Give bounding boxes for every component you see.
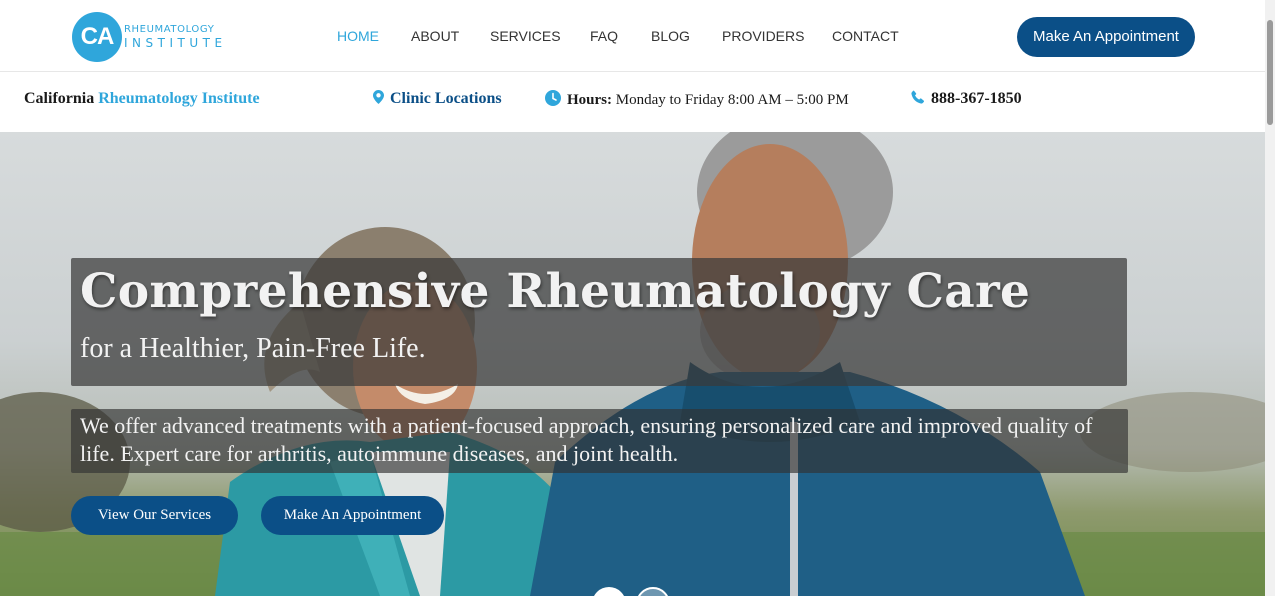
hero-description: We offer advanced treatments with a pati… — [80, 413, 1093, 466]
page-scrollbar[interactable] — [1265, 0, 1275, 596]
phone-link[interactable]: 888-367-1850 — [911, 90, 1022, 109]
logo-badge: CA — [72, 12, 122, 62]
hero-title: Comprehensive Rheumatology Care — [80, 264, 1031, 319]
map-pin-icon — [373, 90, 384, 109]
office-hours: Hours: Monday to Friday 8:00 AM – 5:00 P… — [545, 90, 849, 111]
site-logo[interactable]: CA RHEUMATOLOGY INSTITUTE — [72, 12, 222, 62]
phone-number: 888-367-1850 — [931, 90, 1022, 108]
clock-icon — [545, 90, 561, 111]
make-appointment-hero-button[interactable]: Make An Appointment — [261, 496, 444, 535]
info-bar: California Rheumatology Institute Clinic… — [0, 72, 1265, 132]
nav-contact[interactable]: CONTACT — [832, 28, 899, 44]
clinic-name: California Rheumatology Institute — [24, 90, 260, 108]
make-appointment-header-button[interactable]: Make An Appointment — [1017, 17, 1195, 57]
hero-subtitle: for a Healthier, Pain-Free Life. — [80, 333, 426, 364]
view-our-services-button[interactable]: View Our Services — [71, 496, 238, 535]
clinic-name-plain: California — [24, 90, 95, 107]
logo-text-line2: INSTITUTE — [124, 36, 227, 50]
nav-services[interactable]: SERVICES — [490, 28, 561, 44]
hero-section: Comprehensive Rheumatology Care for a He… — [0, 132, 1265, 596]
logo-text-line1: RHEUMATOLOGY — [124, 24, 215, 35]
scrollbar-thumb[interactable] — [1267, 20, 1273, 125]
nav-faq[interactable]: FAQ — [590, 28, 618, 44]
hours-value: Monday to Friday 8:00 AM – 5:00 PM — [615, 91, 849, 108]
nav-about[interactable]: ABOUT — [411, 28, 459, 44]
nav-providers[interactable]: PROVIDERS — [722, 28, 804, 44]
clinic-name-highlight: Rheumatology Institute — [98, 90, 260, 107]
nav-home[interactable]: HOME — [337, 28, 379, 44]
clinic-locations-label: Clinic Locations — [390, 90, 502, 108]
site-header: CA RHEUMATOLOGY INSTITUTE HOME ABOUT SER… — [0, 0, 1265, 72]
clinic-locations-link[interactable]: Clinic Locations — [373, 90, 502, 109]
hours-label: Hours: — [567, 91, 612, 108]
phone-icon — [911, 90, 925, 109]
nav-blog[interactable]: BLOG — [651, 28, 690, 44]
